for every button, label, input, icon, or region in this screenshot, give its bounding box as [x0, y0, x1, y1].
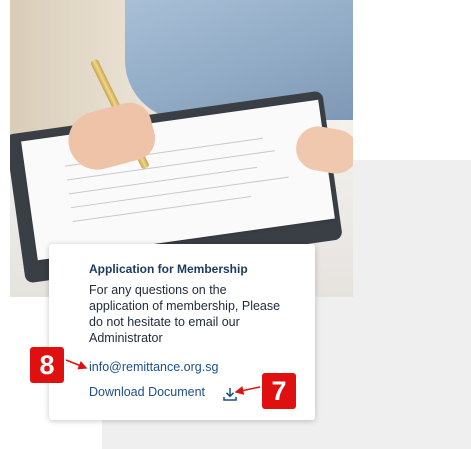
email-link[interactable]: info@remittance.org.sg: [89, 360, 218, 374]
download-icon[interactable]: [222, 386, 238, 402]
download-document-link[interactable]: Download Document: [89, 385, 205, 399]
card-description: For any questions on the application of …: [89, 283, 281, 345]
annotation-marker-8: 8: [30, 347, 64, 383]
card-title: Application for Membership: [89, 262, 248, 276]
annotation-marker-7: 7: [262, 373, 296, 409]
